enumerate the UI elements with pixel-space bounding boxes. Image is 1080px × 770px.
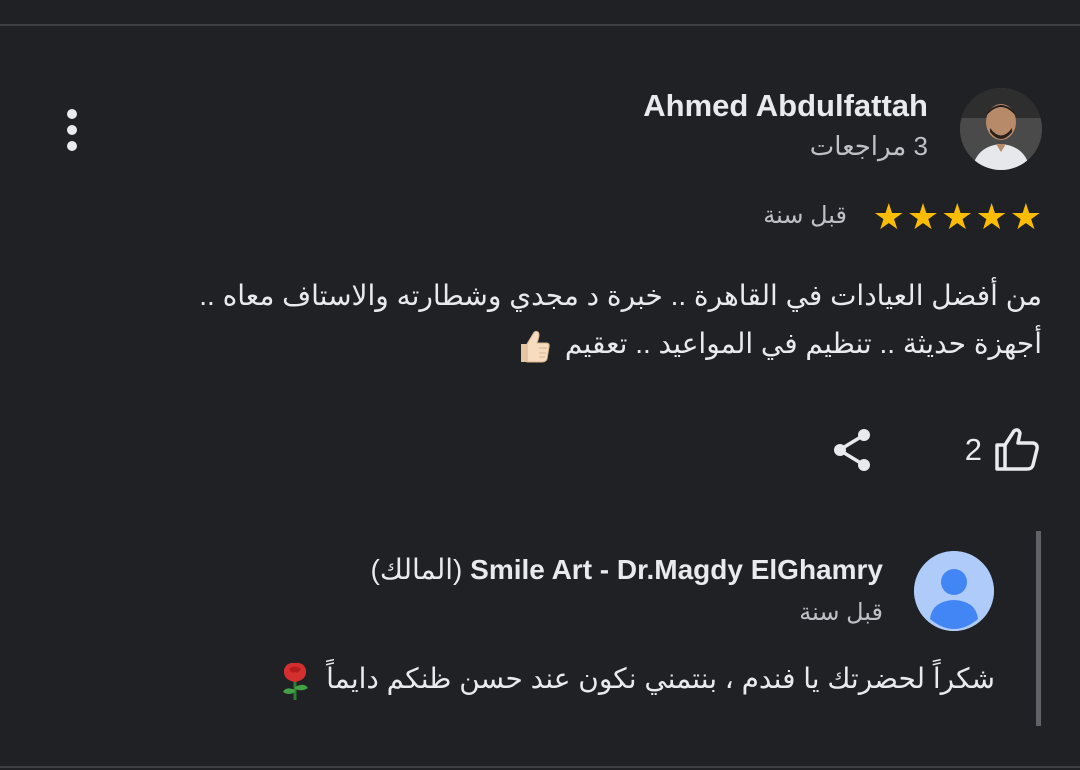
share-icon[interactable] — [830, 426, 876, 474]
owner-name: (المالك) Smile Art - Dr.Magdy ElGhamry — [371, 553, 883, 586]
star-rating: ★ ★ ★ ★ ★ — [873, 197, 1042, 237]
review-text-line-1: من أفضل العيادات في القاهرة .. خبرة د مج… — [199, 280, 1042, 311]
more-vert-icon-dot — [67, 125, 77, 135]
owner-tag: (المالك) — [370, 554, 463, 585]
review-text: من أفضل العيادات في القاهرة .. خبرة د مج… — [82, 272, 1042, 368]
owner-reply-text: شكراً لحضرتك يا فندم ، بنتمني نكون عند ح… — [278, 655, 995, 703]
reply-indent-bar — [1036, 531, 1041, 726]
reviewer-name[interactable]: Ahmed Abdulfattah — [643, 88, 928, 124]
owner-business-name: Smile Art - Dr.Magdy ElGhamry — [470, 554, 883, 585]
default-avatar-icon — [914, 551, 994, 631]
thumbs-up-emoji-icon — [521, 330, 550, 363]
like-count: 2 — [964, 432, 982, 467]
star-icon: ★ — [1009, 196, 1042, 237]
reviewer-avatar[interactable] — [960, 88, 1042, 170]
like-button[interactable]: 2 — [965, 424, 1042, 476]
thumb-up-icon — [995, 428, 1039, 471]
rose-emoji-icon — [283, 662, 309, 700]
star-icon: ★ — [872, 196, 905, 237]
star-icon: ★ — [941, 196, 974, 237]
star-icon: ★ — [975, 196, 1008, 237]
owner-avatar[interactable] — [914, 551, 994, 631]
reviewer-review-count: 3 مراجعات — [809, 131, 928, 161]
review-card: Ahmed Abdulfattah 3 مراجعات ★ ★ ★ ★ ★ قب… — [0, 0, 1080, 770]
more-options-button[interactable] — [50, 104, 94, 156]
owner-reply-content: شكراً لحضرتك يا فندم ، بنتمني نكون عند ح… — [326, 663, 995, 694]
star-icon: ★ — [906, 196, 940, 237]
more-vert-icon — [67, 109, 77, 119]
review-text-line-2-content: أجهزة حديثة .. تنظيم في المواعيد .. تعقي… — [564, 328, 1042, 359]
bottom-divider — [0, 766, 1080, 768]
top-divider — [0, 24, 1080, 26]
more-vert-icon-dot — [67, 141, 77, 151]
owner-reply-time: قبل سنة — [799, 599, 883, 626]
review-time: قبل سنة — [763, 202, 847, 229]
review-text-line-2: أجهزة حديثة .. تنظيم في المواعيد .. تعقي… — [82, 320, 1042, 368]
